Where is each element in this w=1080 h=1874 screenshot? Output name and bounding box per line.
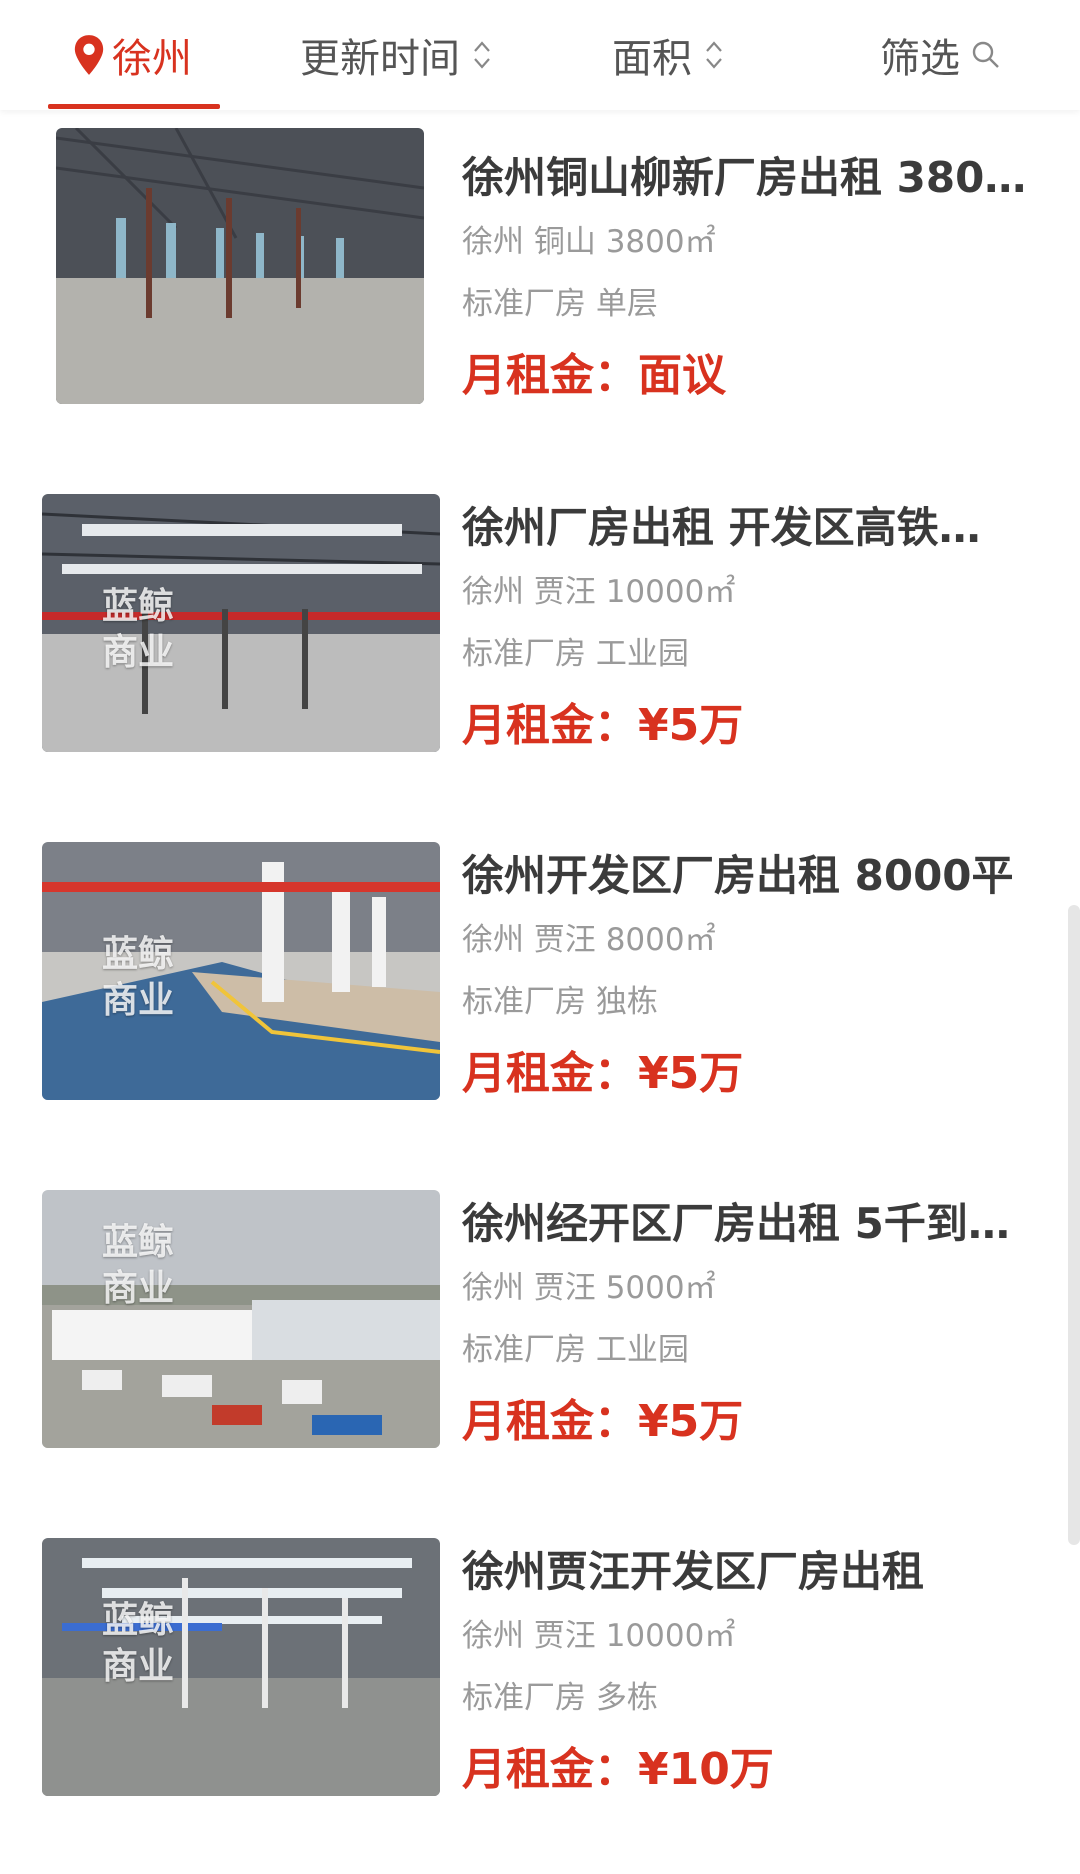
tab-sort-time[interactable]: 更新时间	[300, 0, 492, 110]
tab-sort-area[interactable]: 面积	[612, 0, 724, 110]
listing-info: 徐州厂房出租 开发区高铁… 徐州 贾汪 10000㎡ 标准厂房 工业园 月租金：…	[462, 478, 1042, 754]
tab-filter[interactable]: 筛选	[880, 0, 1002, 110]
listing-title: 徐州开发区厂房出租 8000平	[462, 851, 1014, 900]
listing-location: 徐州 贾汪 8000㎡	[462, 922, 716, 958]
listing-info: 徐州经开区厂房出租 5千到… 徐州 贾汪 5000㎡ 标准厂房 工业园 月租金：…	[462, 1174, 1042, 1450]
price-label: 月租金：	[462, 1744, 638, 1795]
price-value: ¥5万	[638, 700, 744, 751]
listing-location: 徐州 贾汪 10000㎡	[462, 574, 736, 610]
listing-location: 徐州 贾汪 10000㎡	[462, 1618, 736, 1654]
tab-filter-label: 筛选	[880, 36, 960, 82]
listing-price: 月租金：¥5万	[462, 1394, 1042, 1450]
tab-sort-area-label: 面积	[612, 36, 692, 82]
price-value: 面议	[638, 350, 726, 401]
watermark: 蓝鲸 商业	[102, 934, 175, 1021]
watermark: 蓝鲸 商业	[102, 1600, 175, 1687]
listing-location: 徐州 贾汪 5000㎡	[462, 1270, 716, 1306]
price-label: 月租金：	[462, 350, 638, 401]
price-value: ¥5万	[638, 1396, 744, 1447]
listing-price: 月租金：¥5万	[462, 698, 1042, 754]
filter-bar: 徐州 更新时间 面积 筛选	[0, 0, 1080, 110]
listing-card[interactable]: 徐州铜山柳新厂房出租 3800… 徐州 铜山 3800㎡ 标准厂房 单层 月租金…	[0, 128, 1080, 448]
price-label: 月租金：	[462, 1048, 638, 1099]
listing-title: 徐州厂房出租 开发区高铁…	[462, 503, 981, 552]
location-pin-icon	[74, 35, 104, 75]
listing-info: 徐州铜山柳新厂房出租 3800… 徐州 铜山 3800㎡ 标准厂房 单层 月租金…	[462, 128, 1042, 404]
tab-city[interactable]: 徐州	[72, 0, 192, 110]
listing-card[interactable]: 蓝鲸 商业 徐州开发区厂房出租 8000平 徐州 贾汪 8000㎡ 标准厂房 独…	[0, 826, 1080, 1146]
tab-city-label: 徐州	[112, 36, 192, 82]
listing-photo[interactable]: 蓝鲸 商业	[42, 494, 440, 752]
listing-info: 徐州贾汪开发区厂房出租 徐州 贾汪 10000㎡ 标准厂房 多栋 月租金：¥10…	[462, 1522, 1042, 1798]
price-label: 月租金：	[462, 700, 638, 751]
price-value: ¥5万	[638, 1048, 744, 1099]
listing-type: 标准厂房 单层	[462, 286, 658, 322]
price-label: 月租金：	[462, 1396, 638, 1447]
listing-location: 徐州 铜山 3800㎡	[462, 224, 716, 260]
search-icon	[972, 41, 999, 68]
watermark: 蓝鲸 商业	[102, 1222, 175, 1309]
listing-photo[interactable]: 蓝鲸 商业	[42, 1538, 440, 1796]
listing-photo[interactable]: 蓝鲸 商业	[42, 1190, 440, 1448]
active-tab-indicator	[48, 104, 220, 109]
listing-type: 标准厂房 独栋	[462, 984, 658, 1020]
listing-photo[interactable]: 蓝鲸 商业	[42, 842, 440, 1100]
listing-type: 标准厂房 工业园	[462, 636, 689, 672]
listing-photo[interactable]	[56, 128, 424, 404]
watermark: 蓝鲸 商业	[102, 586, 175, 673]
tab-sort-time-label: 更新时间	[300, 36, 460, 82]
listing-title: 徐州贾汪开发区厂房出租	[462, 1547, 925, 1596]
listing-title: 徐州铜山柳新厂房出租 3800…	[462, 153, 1042, 202]
price-value: ¥10万	[638, 1744, 774, 1795]
scrollbar[interactable]	[1068, 905, 1080, 1545]
listing-price: 月租金：¥10万	[462, 1742, 1042, 1798]
listing-info: 徐州开发区厂房出租 8000平 徐州 贾汪 8000㎡ 标准厂房 独栋 月租金：…	[462, 826, 1042, 1102]
listing-type: 标准厂房 工业园	[462, 1332, 689, 1368]
sort-updown-icon	[706, 41, 722, 69]
listing-price: 月租金：面议	[462, 348, 1042, 404]
listing-price: 月租金：¥5万	[462, 1046, 1042, 1102]
listing-type: 标准厂房 多栋	[462, 1680, 658, 1716]
listing-card[interactable]: 蓝鲸 商业 徐州厂房出租 开发区高铁… 徐州 贾汪 10000㎡ 标准厂房 工业…	[0, 478, 1080, 798]
listing-title: 徐州经开区厂房出租 5千到…	[462, 1199, 1010, 1248]
listing-card[interactable]: 蓝鲸 商业 徐州经开区厂房出租 5千到… 徐州 贾汪 5000㎡ 标准厂房 工业…	[0, 1174, 1080, 1494]
sort-updown-icon	[474, 41, 490, 69]
listing-card[interactable]: 蓝鲸 商业 徐州贾汪开发区厂房出租 徐州 贾汪 10000㎡ 标准厂房 多栋 月…	[0, 1522, 1080, 1842]
